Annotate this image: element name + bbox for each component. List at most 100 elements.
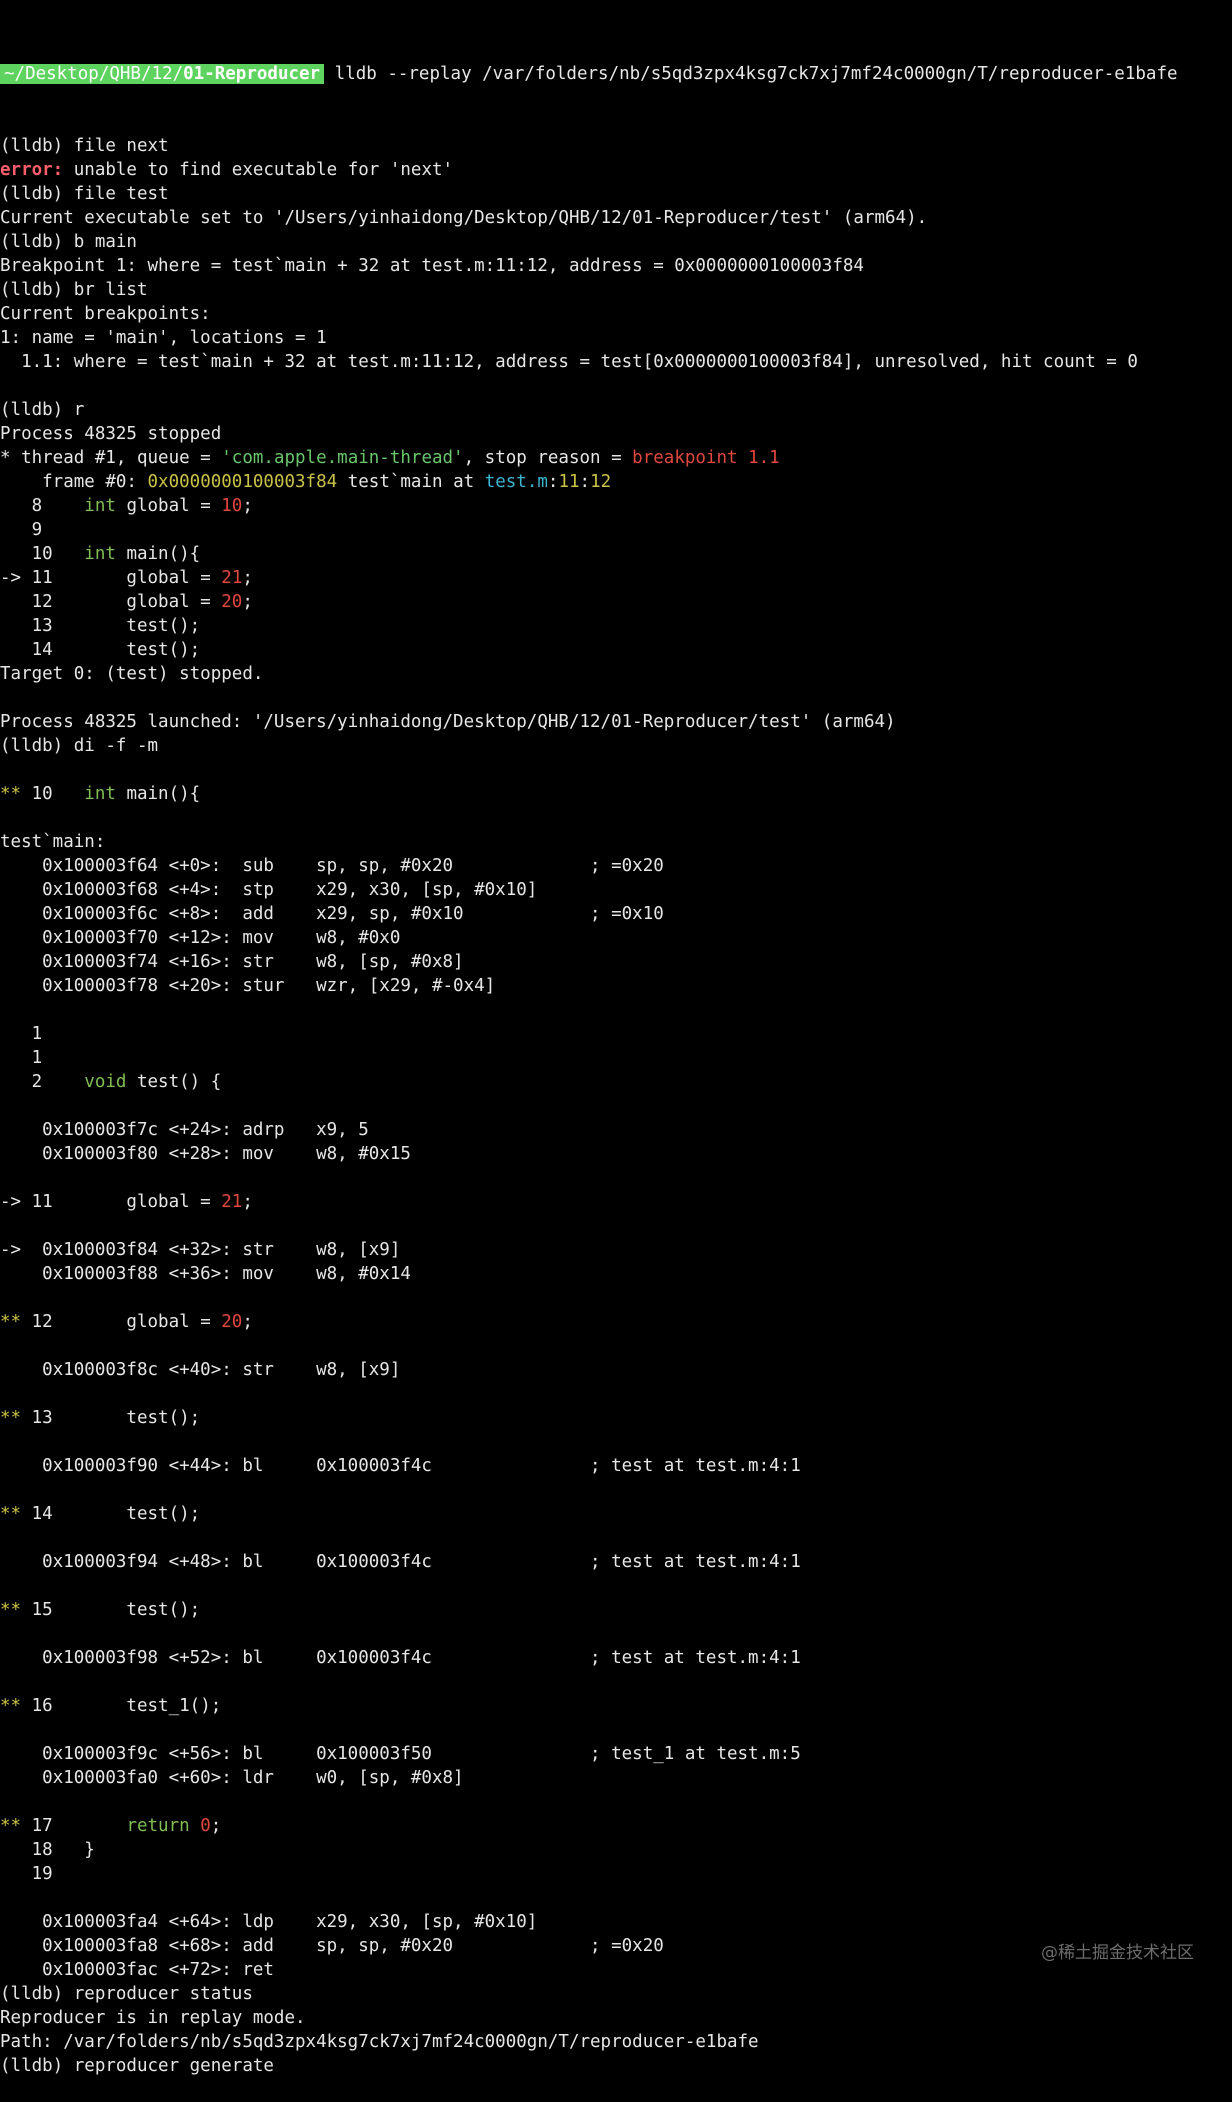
terminal-line: ** 12 global = 20;: [0, 1310, 1232, 1334]
terminal-text-segment: (lldb) file next: [0, 136, 169, 156]
terminal-text-segment: 0x100003f74 <+16>: str w8, [sp, #0x8]: [0, 952, 464, 972]
terminal-text-segment: 16 test_1();: [21, 1696, 222, 1716]
terminal-line: ** 14 test();: [0, 1502, 1232, 1526]
terminal-line: (lldb) r: [0, 398, 1232, 422]
terminal-text-segment: ;: [242, 568, 253, 588]
terminal-line: (lldb) reproducer generate: [0, 2054, 1232, 2078]
terminal-text-segment: 1: [0, 1048, 43, 1068]
terminal-line: 0x100003f64 <+0>: sub sp, sp, #0x20 ; =0…: [0, 854, 1232, 878]
terminal-text-segment: 8: [0, 496, 85, 516]
terminal-line: 13 test();: [0, 614, 1232, 638]
terminal-text-segment: error:: [0, 160, 64, 180]
terminal-text-segment: 12 global =: [0, 592, 222, 612]
terminal-line: Target 0: (test) stopped.: [0, 662, 1232, 686]
terminal-text-segment: main(){: [115, 544, 201, 564]
terminal-text-segment: 19: [0, 1864, 53, 1884]
terminal-text-segment: **: [0, 1600, 22, 1620]
terminal-text-segment: test.m: [484, 472, 548, 492]
terminal-text-segment: 0x100003f88 <+36>: mov w8, #0x14: [0, 1264, 411, 1284]
terminal-line: 0x100003fa4 <+64>: ldp x29, x30, [sp, #0…: [0, 1910, 1232, 1934]
terminal-line: ** 16 test_1();: [0, 1694, 1232, 1718]
terminal-text-segment: 11: [558, 472, 580, 492]
terminal-line: 1: name = 'main', locations = 1: [0, 326, 1232, 350]
terminal-line: 0x100003f88 <+36>: mov w8, #0x14: [0, 1262, 1232, 1286]
terminal-line: Path: /var/folders/nb/s5qd3zpx4ksg7ck7xj…: [0, 2030, 1232, 2054]
terminal-line: 0x100003f6c <+8>: add x29, sp, #0x10 ; =…: [0, 902, 1232, 926]
terminal-line: ** 13 test();: [0, 1406, 1232, 1430]
terminal-line: 0x100003f98 <+52>: bl 0x100003f4c ; test…: [0, 1646, 1232, 1670]
terminal-text-segment: (lldb) br list: [0, 280, 148, 300]
terminal-line: Current breakpoints:: [0, 302, 1232, 326]
terminal-line: 2 void test() {: [0, 1070, 1232, 1094]
terminal-text-segment: , stop reason =: [463, 448, 633, 468]
terminal-text-segment: return: [126, 1816, 190, 1836]
terminal-text-segment: Path: /var/folders/nb/s5qd3zpx4ksg7ck7xj…: [0, 2032, 759, 2052]
prompt-line: ~/Desktop/QHB/12/01-Reproducer lldb --re…: [0, 62, 1232, 86]
terminal-text-segment: int: [84, 784, 116, 804]
terminal-text-segment: 13 test();: [21, 1408, 201, 1428]
terminal-text-segment: 0x100003f98 <+52>: bl 0x100003f4c ; test…: [0, 1648, 801, 1668]
terminal-line: ** 17 return 0;: [0, 1814, 1232, 1838]
terminal-text-segment: 10: [21, 784, 85, 804]
terminal-text-segment: -> 0x100003f84 <+32>: str w8, [x9]: [0, 1240, 401, 1260]
terminal-text-segment: 0x100003fa8 <+68>: add sp, sp, #0x20 ; =…: [0, 1936, 664, 1956]
terminal-text-segment: (lldb) reproducer generate: [0, 2056, 274, 2076]
terminal-text-segment: **: [0, 1312, 22, 1332]
terminal-text-segment: 20: [221, 1312, 243, 1332]
terminal-line: 0x100003f78 <+20>: stur wzr, [x29, #-0x4…: [0, 974, 1232, 998]
terminal-line: 0x100003f8c <+40>: str w8, [x9]: [0, 1358, 1232, 1382]
terminal-text-segment: 17: [21, 1816, 127, 1836]
terminal-text-segment: 0x100003f78 <+20>: stur wzr, [x29, #-0x4…: [0, 976, 496, 996]
terminal-text-segment: :: [579, 472, 591, 492]
terminal-line: 0x100003f9c <+56>: bl 0x100003f50 ; test…: [0, 1742, 1232, 1766]
terminal-line: 0x100003fa0 <+60>: ldr w0, [sp, #0x8]: [0, 1766, 1232, 1790]
terminal-text-segment: (lldb) b main: [0, 232, 137, 252]
terminal-text-segment: breakpoint 1.1: [632, 448, 780, 468]
terminal-text-segment: test`main at: [337, 472, 485, 492]
terminal-text-segment: =: [200, 568, 211, 588]
watermark: @稀土掘金技术社区: [1041, 1943, 1194, 1963]
terminal-line: 19: [0, 1862, 1232, 1886]
terminal-text-segment: (lldb) di -f -m: [0, 736, 159, 756]
terminal-text-segment: **: [0, 1816, 22, 1836]
terminal-text-segment: 0x100003f94 <+48>: bl 0x100003f4c ; test…: [0, 1552, 801, 1572]
terminal-text-segment: 0x100003f6c <+8>: add x29, sp, #0x10 ; =…: [0, 904, 664, 924]
terminal-text-segment: 21: [221, 1192, 243, 1212]
terminal-text-segment: -> 11 global: [0, 568, 201, 588]
terminal-line: ** 15 test();: [0, 1598, 1232, 1622]
terminal-text-segment: int: [84, 496, 116, 516]
terminal-line: error: unable to find executable for 'ne…: [0, 158, 1232, 182]
terminal-line: Current executable set to '/Users/yinhai…: [0, 206, 1232, 230]
terminal-text-segment: 1: [0, 1024, 43, 1044]
terminal-line: -> 11 global = 21;: [0, 566, 1232, 590]
terminal-line: * thread #1, queue = 'com.apple.main-thr…: [0, 446, 1232, 470]
terminal-text-segment: 12 global =: [21, 1312, 222, 1332]
terminal-line: -> 11 global = 21;: [0, 1190, 1232, 1214]
terminal-text-segment: ;: [242, 1312, 253, 1332]
terminal-text-segment: 10: [0, 544, 85, 564]
terminal-text-segment: Process 48325 launched: '/Users/yinhaido…: [0, 712, 896, 732]
terminal-line: 0x100003f80 <+28>: mov w8, #0x15: [0, 1142, 1232, 1166]
terminal-text-segment: (lldb) reproducer status: [0, 1984, 253, 2004]
terminal-line: test`main:: [0, 830, 1232, 854]
terminal-line: ** 10 int main(){: [0, 782, 1232, 806]
terminal-text-segment: Reproducer is in replay mode.: [0, 2008, 306, 2028]
terminal-line: (lldb) file next: [0, 134, 1232, 158]
terminal-line: Process 48325 launched: '/Users/yinhaido…: [0, 710, 1232, 734]
terminal-text-segment: 21: [221, 568, 243, 588]
terminal-line: 1.1: where = test`main + 32 at test.m:11…: [0, 350, 1232, 374]
terminal-line: 0x100003f90 <+44>: bl 0x100003f4c ; test…: [0, 1454, 1232, 1478]
prompt-path-dir: 01-Reproducer: [183, 64, 321, 84]
terminal-line: Breakpoint 1: where = test`main + 32 at …: [0, 254, 1232, 278]
terminal-output[interactable]: ~/Desktop/QHB/12/01-Reproducer lldb --re…: [0, 14, 1232, 2102]
